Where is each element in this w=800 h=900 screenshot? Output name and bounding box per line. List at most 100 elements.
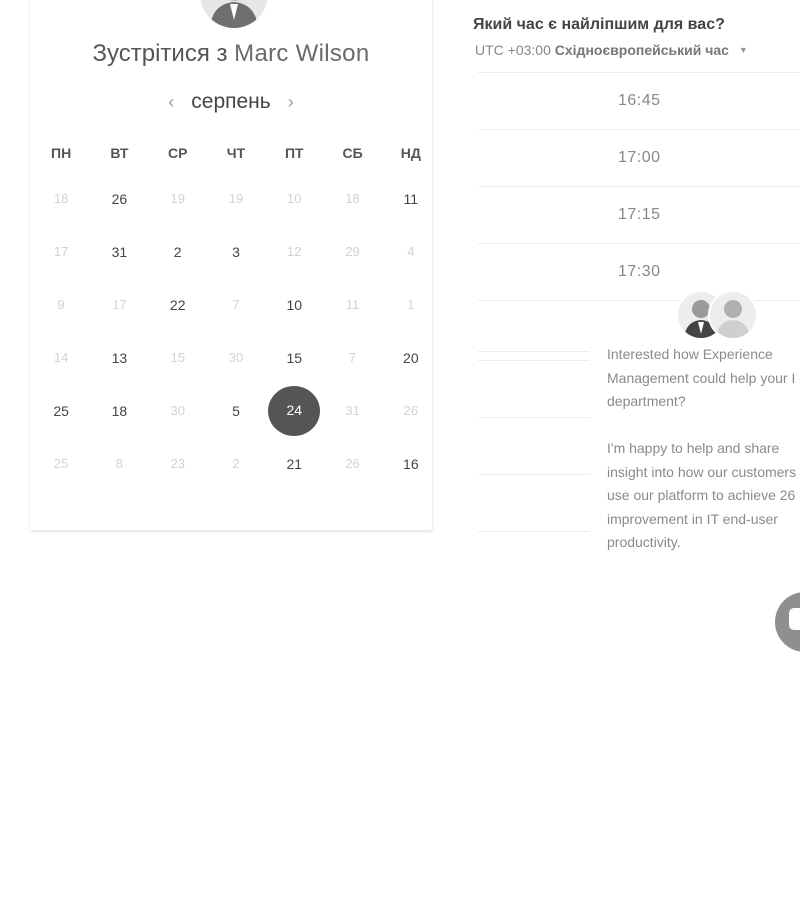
time-slot-label: 17:00: [618, 149, 661, 166]
calendar-day-number: 31: [111, 243, 128, 260]
calendar-day: 1: [382, 297, 440, 312]
month-navigation: ‹ серпень ›: [30, 88, 432, 116]
calendar-day: 7: [323, 350, 381, 365]
weekday-header: ПН ВТ СР ЧТ ПТ СБ НД: [32, 145, 440, 161]
slot-divider: [478, 417, 590, 418]
person-icon: [210, 0, 258, 28]
timezone-offset: UTC +03:00: [475, 42, 551, 58]
calendar-day-number: 21: [286, 455, 303, 472]
calendar-day[interactable]: 18: [90, 403, 148, 419]
time-slot[interactable]: 16:45: [478, 72, 800, 129]
calendar-day-number: 25: [53, 456, 69, 471]
calendar-day[interactable]: 3: [207, 244, 265, 260]
calendar-day[interactable]: 20: [382, 350, 440, 366]
time-slot[interactable]: 17:15: [478, 186, 800, 243]
calendar-day-number: 18: [111, 402, 128, 419]
calendar-day-number: 10: [287, 191, 302, 206]
slot-divider: [478, 474, 590, 475]
calendar-day-number: 18: [345, 191, 360, 206]
calendar-day: 19: [149, 191, 207, 206]
time-slot-label: 17:30: [618, 263, 661, 280]
calendar-day-number: 8: [115, 456, 124, 471]
calendar-day-number: 30: [170, 403, 185, 418]
title-prefix: Зустрітися з: [92, 40, 228, 67]
calendar-day: 26: [382, 403, 440, 418]
calendar-day-number: 19: [170, 191, 185, 206]
weekday-label: НД: [400, 145, 421, 161]
calendar-day-number: 22: [169, 296, 186, 313]
calendar-day-number: 15: [286, 349, 303, 366]
calendar-day: 7: [207, 297, 265, 312]
chevron-left-icon[interactable]: ‹: [161, 92, 181, 113]
calendar-day-number: 5: [232, 402, 240, 419]
timezone-selector[interactable]: UTC +03:00 Східноєвропейський час ▼: [475, 42, 748, 58]
calendar-day-number: 20: [403, 349, 419, 366]
calendar-day-number: 2: [173, 243, 182, 260]
calendar-day[interactable]: 15: [265, 350, 323, 366]
calendar-day-number: 17: [53, 244, 69, 259]
calendar-day: 4: [382, 244, 440, 259]
calendar-day[interactable]: 31: [90, 244, 148, 260]
weekday-label: ПТ: [284, 145, 304, 161]
calendar-day: 19: [207, 191, 265, 206]
calendar-day[interactable]: 10: [265, 297, 323, 313]
calendar-week-row: 25 8 23 2 21 26 16: [32, 437, 440, 490]
calendar-week-row: 9 17 22 7 10 11 1: [32, 278, 440, 331]
calendar-day[interactable]: 2: [149, 244, 207, 260]
calendar-day-number: 17: [112, 297, 127, 312]
calendar-day-number: 7: [348, 350, 357, 365]
calendar-day: 29: [323, 244, 381, 259]
calendar-day-selected[interactable]: 24: [265, 385, 323, 436]
weekday-label: СР: [167, 145, 188, 161]
weekday-label: ВТ: [110, 145, 129, 161]
calendar-day-number: 15: [170, 350, 185, 365]
calendar-day[interactable]: 13: [90, 350, 148, 366]
calendar-week-row: 14 13 15 30 15 7 20: [32, 331, 440, 384]
calendar-day[interactable]: 16: [382, 456, 440, 472]
calendar-day: 12: [265, 244, 323, 259]
calendar-day-number: 31: [345, 403, 360, 418]
weekday-label: ЧТ: [226, 145, 246, 161]
calendar-day-number: 11: [345, 297, 360, 312]
weekday-label: ПН: [51, 145, 72, 161]
calendar-week-row: 17 31 2 3 12 29 4: [32, 225, 440, 278]
calendar-day-number: 14: [53, 350, 69, 365]
calendar-day[interactable]: 26: [90, 191, 148, 207]
calendar-day[interactable]: 5: [207, 403, 265, 419]
calendar-day-number: 3: [232, 243, 240, 260]
calendar-day[interactable]: 25: [32, 403, 90, 419]
calendar-day: 31: [323, 403, 381, 418]
slot-divider: [478, 351, 590, 352]
time-slot-label: 16:45: [618, 92, 661, 109]
slot-divider: [478, 531, 590, 532]
calendar-day: 9: [32, 297, 90, 312]
calendar-day: 11: [323, 297, 381, 312]
calendar-day[interactable]: 22: [149, 297, 207, 313]
calendar-day-number: 1: [407, 297, 415, 312]
host-avatar: [200, 0, 268, 28]
calendar-day-number: 24: [268, 385, 321, 436]
calendar-day: 30: [207, 350, 265, 365]
calendar-day-number: 16: [403, 455, 419, 472]
caret-down-icon: ▼: [738, 45, 748, 55]
calendar-day: 10: [265, 191, 323, 206]
calendar-grid: 18 26 19 19 10 18 11 17 31 2 3 12 29 4 9 17 22 7 10 11 1 14 13…: [32, 172, 440, 490]
time-slot[interactable]: 17:00: [478, 129, 800, 186]
chat-launcher-button[interactable]: [775, 592, 800, 652]
calendar-day-number: 13: [111, 349, 128, 366]
calendar-day[interactable]: 11: [382, 191, 440, 207]
month-label: серпень: [191, 90, 271, 113]
chevron-right-icon[interactable]: ›: [281, 92, 301, 113]
chat-bubble-icon: [789, 608, 800, 630]
calendar-day-number: 29: [345, 244, 360, 259]
calendar-day-number: 9: [57, 297, 65, 312]
calendar-day: 18: [32, 191, 90, 206]
calendar-week-row: 25 18 30 5 24 31 26: [32, 384, 440, 437]
calendar-day: 2: [207, 456, 265, 471]
calendar-day: 14: [32, 350, 90, 365]
calendar-day[interactable]: 21: [265, 456, 323, 472]
timezone-name: Східноєвропейський час: [554, 42, 729, 58]
calendar-day-number: 12: [287, 244, 302, 259]
slot-divider: [478, 360, 590, 361]
calendar-day-number: 26: [403, 403, 419, 418]
